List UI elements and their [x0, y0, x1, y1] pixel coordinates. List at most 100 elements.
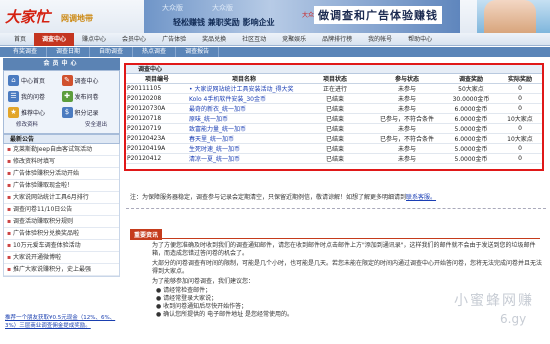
sub-nav: 有奖调查 调查日期 自助调查 热点调查 调查报告: [0, 47, 550, 57]
logout-link[interactable]: 安全退出: [85, 120, 107, 128]
survey-table: 项目编号 项目名称 项目状态 参与状态 调查奖励 实际奖励 P20111105 •…: [126, 74, 542, 164]
nav-prize-exchange[interactable]: 奖品兑换: [194, 33, 234, 46]
news-title: 最新公告: [3, 134, 120, 144]
nav-brand-ranking[interactable]: 品牌排行榜: [314, 33, 360, 46]
contact-support-link[interactable]: 联系客服。: [406, 194, 436, 201]
table-cell: P20111105: [126, 83, 188, 94]
news-item[interactable]: 调查问卷11/10日公告: [4, 204, 119, 216]
col-reward: 调查奖励: [444, 74, 498, 84]
news-item[interactable]: 广告体验赚积分活动开始: [4, 168, 119, 180]
table-row: P20120719 致富能力量_统一加币 已结束 未参与 5.0000金币 0: [126, 123, 542, 134]
news-item[interactable]: 大家说网站统计工具6月排行: [4, 192, 119, 204]
table-cell: 6.0000金币: [444, 103, 498, 114]
subnav-self-survey[interactable]: 自助调查: [90, 47, 134, 57]
nav-home[interactable]: 首页: [6, 33, 34, 46]
divider: [126, 208, 546, 209]
news-item[interactable]: 克莱斯勒Jeep自由客试驾活动: [4, 144, 119, 156]
subnav-hot-survey[interactable]: 热点调查: [133, 47, 177, 57]
sidebar-menu: ⌂ 中心首页 ✎ 调查中心 ☰ 我的问卷 ✚ 发布问卷 ★ 推荐中心 $ 积分记录 修改资料…: [3, 70, 120, 134]
project-name-link[interactable]: • 大家说网站统计工具安装活动_得大奖: [188, 83, 300, 94]
table-cell: 0: [498, 153, 542, 164]
table-row: P20120423A 春天里_统一加币 已结束 已参与，不符合条件 6.0000金币 10…: [126, 133, 542, 144]
table-cell: 30.0000金币: [444, 93, 498, 104]
banner-person-image: [484, 0, 536, 33]
project-name-link[interactable]: 生死时速_统一加币: [188, 143, 300, 154]
nav-entertainment[interactable]: 竞聚娱乐: [274, 33, 314, 46]
table-cell: 0: [498, 83, 542, 94]
news-item[interactable]: 调查活动赚取积分规则: [4, 216, 119, 228]
table-cell: 0: [498, 103, 542, 114]
nav-my-account[interactable]: 我的帐号: [360, 33, 400, 46]
info-paragraph-2: 大部分的问卷调查有时间的限制，可能是几个小时，也可能是几天。若您未能在限定的时间…: [152, 260, 543, 275]
nav-survey-center[interactable]: 调查中心: [34, 32, 75, 46]
news-item[interactable]: 大家说开通微博啦: [4, 252, 119, 264]
table-cell: 已结束: [300, 113, 370, 124]
nav-ad-experience[interactable]: 广告体验: [154, 33, 194, 46]
table-row: P20120730A 最奇的新衣_统一加币 已结束 未参与 6.0000金币 0: [126, 103, 542, 114]
nav-member-center[interactable]: 会员中心: [114, 33, 154, 46]
table-row: P20120412 清凉一夏_统一加币 已结束 未参与 5.0000金币 0: [126, 153, 542, 164]
referral-promo-link[interactable]: 推荐一个朋友获取¥0.5元现金（12%、6%、3%）三层商业调查佣金提成奖励。: [5, 314, 117, 330]
news-list: 克莱斯勒Jeep自由客试驾活动 修改资料时填写 广告体验赚积分活动开始 广告体验…: [3, 144, 120, 277]
sidebar-item-publish[interactable]: ✚ 发布问卷: [61, 90, 116, 102]
table-cell: 正在进行: [300, 83, 370, 94]
banner-slogan: 轻松赚钱 兼职奖励 影响企业: [173, 18, 275, 27]
table-cell: 已结束: [300, 143, 370, 154]
info-paragraph-1: 为了方便您准确及时收到我们的调查通知邮件，请您在收到邮件时点击邮件上方"添加到通…: [152, 242, 536, 257]
table-cell: 未参与: [370, 153, 444, 164]
table-row: P20120718 原味_统一加币 已结束 已参与，不符合条件 6.0000金币 10大家…: [126, 113, 542, 124]
project-name-link[interactable]: 春天里_统一加币: [188, 133, 300, 144]
sidebar-item-my-questionnaire[interactable]: ☰ 我的问卷: [8, 90, 62, 102]
project-name-link[interactable]: 清凉一夏_统一加币: [188, 153, 300, 164]
table-cell: 已参与，不符合条件: [370, 133, 444, 144]
subnav-prize-survey[interactable]: 有奖调查: [4, 47, 48, 57]
subnav-survey-report[interactable]: 调查报告: [176, 47, 220, 57]
table-cell: P20120719: [126, 123, 188, 134]
project-name-link[interactable]: 致富能力量_统一加币: [188, 123, 300, 134]
news-item[interactable]: 推广大家说赚积分，史上最强: [4, 264, 119, 276]
col-project-status: 项目状态: [300, 74, 370, 84]
nav-community[interactable]: 社区互动: [234, 33, 274, 46]
sidebar-item-recommend[interactable]: ★ 推荐中心: [8, 106, 62, 118]
site-header: 大家忙 网调地带 大众版 大众版 轻松赚钱 兼职奖励 影响企业 大众 做调查和广…: [0, 0, 550, 33]
project-name-link[interactable]: 原味_统一加币: [188, 113, 300, 124]
table-cell: 6.0000金币: [444, 133, 498, 144]
news-item[interactable]: 广告体验积分兑换奖品啦: [4, 228, 119, 240]
sidebar-item-home[interactable]: ⌂ 中心首页: [8, 74, 62, 86]
table-cell: 10大家点: [498, 133, 542, 144]
project-name-link[interactable]: 最奇的新衣_统一加币: [188, 103, 300, 114]
table-row: P20120419A 生死时速_统一加币 已结束 未参与 5.0000金币 0: [126, 143, 542, 154]
sidebar-title: 会员中心: [3, 58, 120, 70]
site-logo[interactable]: 大家忙: [5, 6, 50, 27]
subnav-survey-date[interactable]: 调查日期: [47, 47, 91, 57]
logo-subtitle: 网调地带: [61, 14, 93, 23]
table-cell: 6.0000金币: [444, 113, 498, 124]
panel-title: 调查中心: [126, 65, 542, 74]
project-name-link[interactable]: Kolo 4手机软件安装_30金币: [188, 93, 300, 104]
table-cell: P20120730A: [126, 103, 188, 114]
nav-earn-center[interactable]: 赚点中心: [74, 33, 114, 46]
table-cell: 未参与: [370, 123, 444, 134]
table-cell: 5.0000金币: [444, 153, 498, 164]
nav-help[interactable]: 帮助中心: [400, 33, 440, 46]
bullet-item: ● 确认您所提供的 电子邮件地址 是您经常使用的。: [156, 311, 293, 318]
sidebar-item-points[interactable]: $ 积分记录: [61, 106, 116, 118]
section-divider: [130, 238, 540, 239]
points-icon: $: [61, 106, 73, 118]
table-cell: 50大家点: [444, 83, 498, 94]
col-actual-reward: 实际奖励: [498, 74, 542, 84]
edit-profile-link[interactable]: 修改资料: [16, 120, 38, 128]
table-cell: 已结束: [300, 93, 370, 104]
news-item[interactable]: 10万元爱车调查体验活动: [4, 240, 119, 252]
news-item[interactable]: 广告体验赚取现金啦！: [4, 180, 119, 192]
sidebar-item-survey[interactable]: ✎ 调查中心: [61, 74, 116, 86]
info-paragraph-3: 为了能够参加问卷调查，我们建议您：: [152, 278, 255, 285]
table-cell: 0: [498, 143, 542, 154]
table-cell: P20120208: [126, 93, 188, 104]
news-item[interactable]: 修改资料时填写: [4, 156, 119, 168]
banner-text-1: 大众版: [162, 4, 183, 12]
table-cell: P20120718: [126, 113, 188, 124]
banner-text-2: 大众版: [212, 4, 233, 12]
sidebar: 会员中心 ⌂ 中心首页 ✎ 调查中心 ☰ 我的问卷 ✚ 发布问卷 ★ 推荐中心 $ 积分记录…: [3, 58, 120, 277]
table-cell: 已结束: [300, 133, 370, 144]
